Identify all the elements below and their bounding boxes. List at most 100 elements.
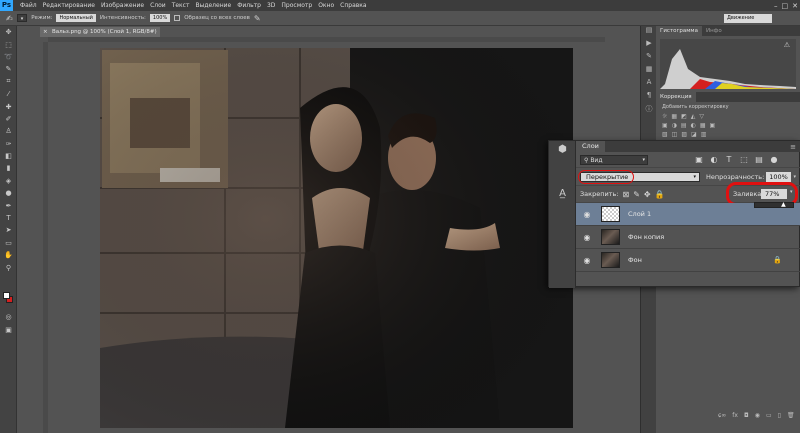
type-tool-icon[interactable]: T bbox=[0, 212, 17, 224]
tab-info[interactable]: Инфо bbox=[702, 26, 726, 36]
tab-histogram[interactable]: Гистограмма bbox=[656, 26, 702, 36]
zoom-tool-icon[interactable]: ⚲ bbox=[0, 261, 17, 273]
add-mask-icon[interactable]: ◘ bbox=[744, 412, 749, 422]
menu-image[interactable]: Изображение bbox=[98, 2, 147, 9]
visibility-eye-icon[interactable]: ◉ bbox=[576, 210, 598, 219]
menu-type[interactable]: Текст bbox=[169, 2, 193, 9]
layer-filter-select[interactable]: ⚲ Вид ▾ bbox=[580, 154, 648, 165]
type-filter-icon[interactable]: T bbox=[723, 154, 735, 166]
3d-panel-icon[interactable]: ⬢ bbox=[549, 141, 576, 157]
dodge-tool-icon[interactable]: ● bbox=[0, 187, 17, 199]
layer-row-background[interactable]: ◉ Фон 🔒 bbox=[576, 249, 800, 272]
new-group-icon[interactable]: ▭ bbox=[766, 412, 772, 422]
brightness-icon[interactable]: ☼ bbox=[662, 113, 667, 120]
hue-saturation-icon[interactable]: ▣ bbox=[662, 122, 668, 129]
menu-edit[interactable]: Редактирование bbox=[40, 2, 98, 9]
history-panel-icon[interactable]: ▤ bbox=[641, 26, 657, 39]
gradient-map-icon[interactable]: ◪ bbox=[691, 131, 697, 138]
paragraph-style-icon[interactable]: A̲ bbox=[549, 185, 576, 201]
histogram-warning-icon[interactable]: ⚠ bbox=[784, 41, 790, 49]
gradient-tool-icon[interactable]: ▮ bbox=[0, 162, 17, 174]
link-layers-icon[interactable]: ɕ∞ bbox=[718, 412, 726, 422]
shape-filter-icon[interactable]: ⬚ bbox=[738, 154, 750, 166]
pixel-filter-icon[interactable]: ▣ bbox=[693, 154, 705, 166]
lock-pixels-icon[interactable]: ✎ bbox=[633, 190, 640, 199]
color-balance-icon[interactable]: ◑ bbox=[672, 122, 677, 129]
tab-layers[interactable]: Слои bbox=[576, 141, 605, 152]
close-tab-icon[interactable]: × bbox=[43, 27, 48, 37]
selective-color-icon[interactable]: ▥ bbox=[701, 131, 707, 138]
lock-transparency-icon[interactable]: ⊠ bbox=[622, 190, 629, 199]
brush-panel-icon[interactable]: ✎ bbox=[641, 52, 657, 65]
menu-select[interactable]: Выделение bbox=[192, 2, 234, 9]
crop-tool-icon[interactable]: ⌗ bbox=[0, 76, 17, 88]
foreground-color-swatch[interactable] bbox=[3, 292, 10, 299]
history-brush-tool-icon[interactable]: ✑ bbox=[0, 138, 17, 150]
screen-mode-icon[interactable]: ▣ bbox=[0, 324, 17, 336]
sample-all-checkbox[interactable] bbox=[174, 15, 181, 21]
fill-slider-thumb[interactable]: ▲ bbox=[781, 202, 786, 208]
photo-filter-icon[interactable]: ◐ bbox=[691, 122, 696, 129]
actions-panel-icon[interactable]: ▶ bbox=[641, 39, 657, 52]
visibility-eye-icon[interactable]: ◉ bbox=[576, 256, 598, 265]
menu-view[interactable]: Просмотр bbox=[278, 2, 315, 9]
shape-tool-icon[interactable]: ▭ bbox=[0, 237, 17, 249]
channel-mixer-icon[interactable]: ▦ bbox=[700, 122, 706, 129]
eraser-tool-icon[interactable]: ◧ bbox=[0, 150, 17, 162]
path-select-tool-icon[interactable]: ➤ bbox=[0, 224, 17, 236]
opacity-dropdown-icon[interactable]: ▾ bbox=[793, 174, 796, 180]
smart-object-filter-icon[interactable]: ▤ bbox=[753, 154, 765, 166]
eyedropper-tool-icon[interactable]: ⁄ bbox=[0, 88, 17, 100]
lock-position-icon[interactable]: ✥ bbox=[644, 190, 651, 199]
brush-size[interactable]: ▾ bbox=[16, 14, 28, 22]
curves-icon[interactable]: ◩ bbox=[681, 113, 687, 120]
menu-3d[interactable]: 3D bbox=[264, 2, 278, 9]
healing-tool-icon[interactable]: ✚ bbox=[0, 100, 17, 112]
tool-preset-icon[interactable]: ✍ bbox=[6, 14, 13, 23]
maximize-button[interactable]: □ bbox=[782, 2, 789, 10]
trash-icon[interactable]: 🗑 bbox=[787, 412, 795, 422]
posterize-icon[interactable]: ◫ bbox=[672, 131, 678, 138]
blur-tool-icon[interactable]: ◈ bbox=[0, 175, 17, 187]
menu-file[interactable]: Файл bbox=[17, 2, 40, 9]
menu-layer[interactable]: Слои bbox=[147, 2, 169, 9]
workspace-select[interactable]: Движение bbox=[724, 14, 772, 23]
lasso-tool-icon[interactable]: ➰ bbox=[0, 51, 17, 63]
quick-select-tool-icon[interactable]: ✎ bbox=[0, 63, 17, 75]
brush-tool-icon[interactable]: ✐ bbox=[0, 113, 17, 125]
layer-row-background-copy[interactable]: ◉ Фон копия bbox=[576, 226, 800, 249]
panel-menu-icon[interactable]: ≡ bbox=[790, 143, 796, 151]
close-button[interactable]: ✕ bbox=[792, 2, 798, 10]
menu-help[interactable]: Справка bbox=[337, 2, 369, 9]
tab-adjustments[interactable]: Коррекция bbox=[656, 92, 696, 102]
new-adjustment-icon[interactable]: ◉ bbox=[755, 412, 760, 422]
marquee-tool-icon[interactable]: ⬚ bbox=[0, 38, 17, 50]
pressure-icon[interactable]: ✎ bbox=[254, 14, 261, 23]
adjustment-filter-icon[interactable]: ◐ bbox=[708, 154, 720, 166]
pen-tool-icon[interactable]: ✒ bbox=[0, 199, 17, 211]
invert-icon[interactable]: ▧ bbox=[662, 131, 668, 138]
black-white-icon[interactable]: ▤ bbox=[681, 122, 687, 129]
minimize-button[interactable]: – bbox=[774, 2, 778, 10]
document-tab[interactable]: × Вальз.png @ 100% (Слой 1, RGB/8#) * bbox=[40, 27, 160, 45]
lock-all-icon[interactable]: 🔒 bbox=[655, 190, 665, 199]
quick-mask-icon[interactable]: ◎ bbox=[0, 311, 17, 323]
filter-toggle-icon[interactable]: ● bbox=[768, 154, 780, 166]
move-tool-icon[interactable]: ✥ bbox=[0, 26, 17, 38]
menu-filter[interactable]: Фильтр bbox=[234, 2, 264, 9]
threshold-icon[interactable]: ▨ bbox=[681, 131, 687, 138]
hand-tool-icon[interactable]: ✋ bbox=[0, 249, 17, 261]
paragraph-panel-icon[interactable]: ¶ bbox=[641, 91, 657, 104]
levels-icon[interactable]: ▦ bbox=[671, 113, 677, 120]
new-layer-icon[interactable]: ▯ bbox=[778, 412, 781, 422]
mode-select[interactable]: Нормальный bbox=[56, 14, 96, 22]
menu-window[interactable]: Окно bbox=[315, 2, 337, 9]
document-canvas[interactable] bbox=[100, 48, 573, 428]
layer-style-icon[interactable]: fx bbox=[732, 412, 738, 422]
info-panel-icon[interactable]: ⓘ bbox=[641, 104, 657, 117]
swatches-panel-icon[interactable]: ▦ bbox=[641, 65, 657, 78]
stamp-tool-icon[interactable]: ♙ bbox=[0, 125, 17, 137]
intensity-field[interactable]: 100% bbox=[149, 14, 171, 22]
color-lookup-icon[interactable]: ▣ bbox=[710, 122, 716, 129]
character-panel-icon[interactable]: A bbox=[641, 78, 657, 91]
